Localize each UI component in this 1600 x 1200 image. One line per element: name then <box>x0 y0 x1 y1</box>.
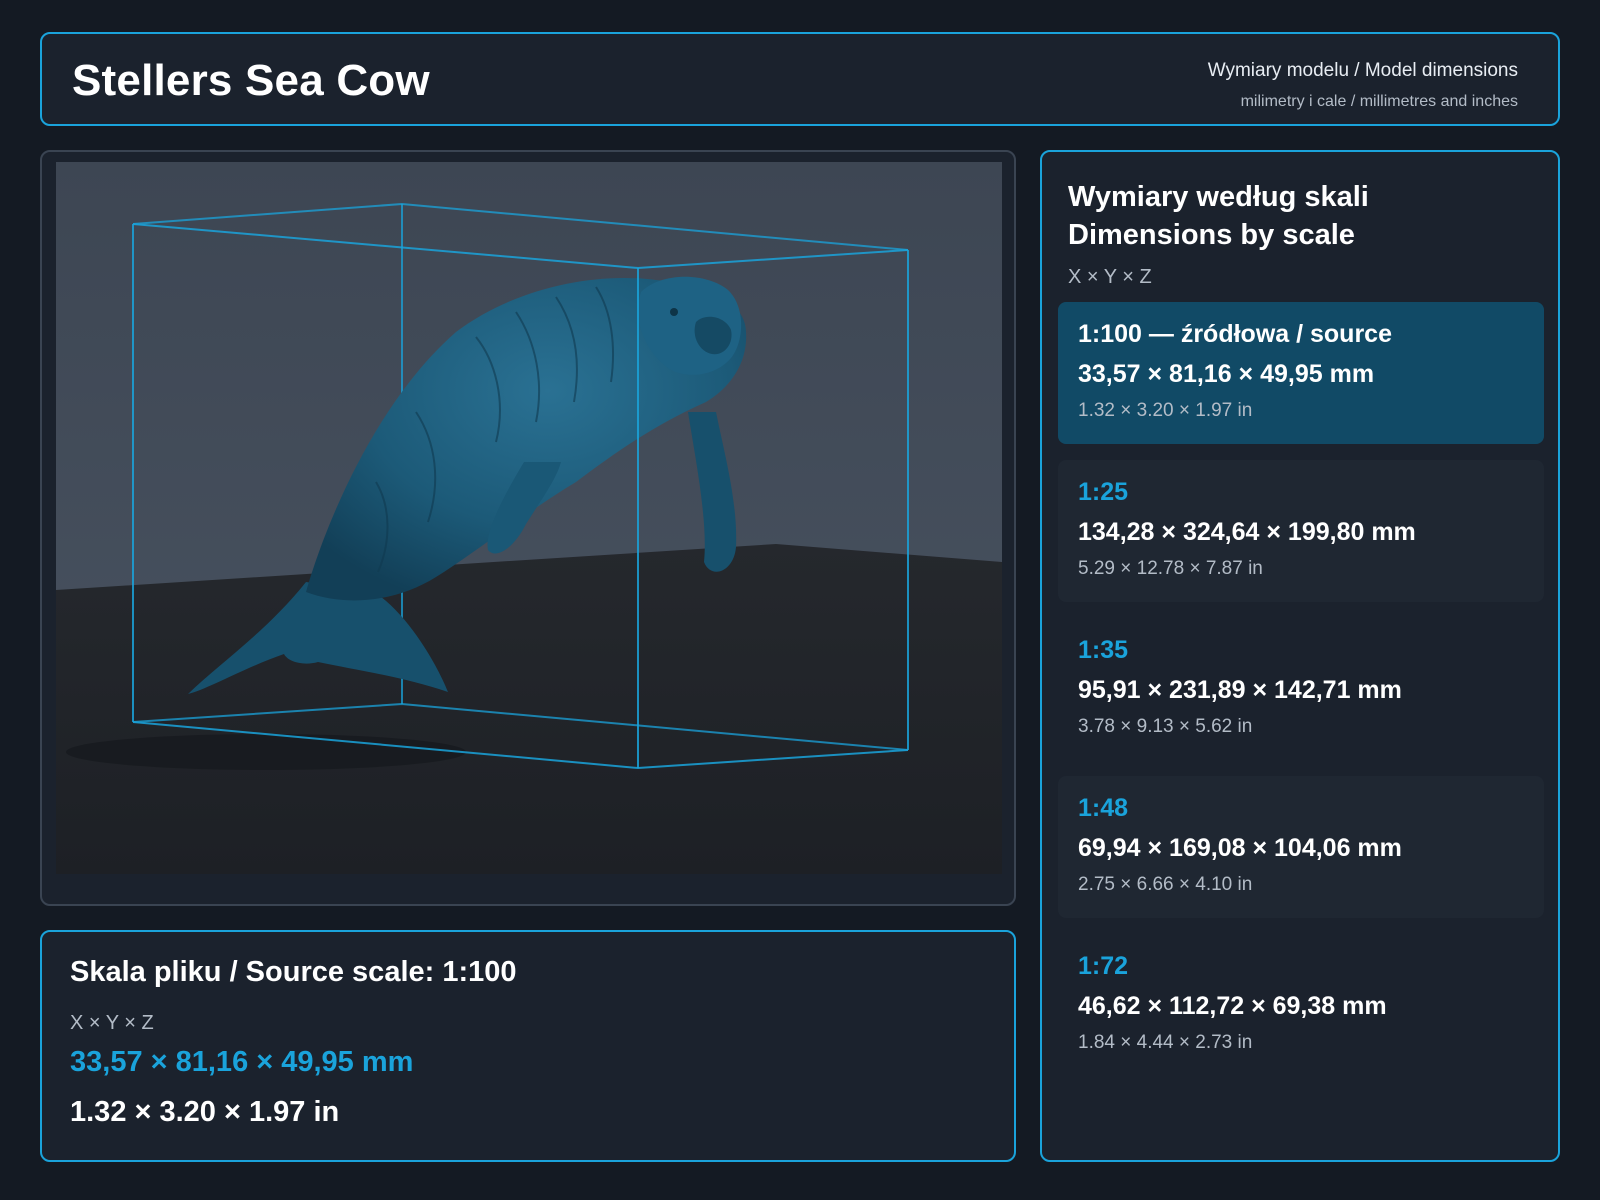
scale-card-1-100[interactable]: 1:100 — źródłowa / source 33,57 × 81,16 … <box>1058 302 1544 444</box>
scale-label: 1:100 — źródłowa / source <box>1078 320 1392 348</box>
source-dimensions-mm: 33,57 × 81,16 × 49,95 mm <box>70 1046 414 1078</box>
scales-axes-label: X × Y × Z <box>1068 266 1152 288</box>
scale-dimensions-mm: 95,91 × 231,89 × 142,71 mm <box>1078 676 1402 704</box>
scale-label: 1:48 <box>1078 794 1129 822</box>
scale-card-1-48[interactable]: 1:48 69,94 × 169,08 × 104,06 mm 2.75 × 6… <box>1058 776 1544 918</box>
scale-dimensions-in: 1.84 × 4.44 × 2.73 in <box>1078 1032 1253 1053</box>
backdrop-floor <box>56 544 1002 874</box>
scale-dimensions-in: 1.32 × 3.20 × 1.97 in <box>1078 400 1253 421</box>
model-shadow <box>66 734 466 770</box>
scale-dimensions-in: 3.78 × 9.13 × 5.62 in <box>1078 716 1253 737</box>
scale-dimensions-mm: 69,94 × 169,08 × 104,06 mm <box>1078 834 1402 862</box>
scales-title: Wymiary według skali Dimensions by scale <box>1068 178 1369 254</box>
scale-card-1-25[interactable]: 1:25 134,28 × 324,64 × 199,80 mm 5.29 × … <box>1058 460 1544 602</box>
source-dimensions-in: 1.32 × 3.20 × 1.97 in <box>70 1096 340 1128</box>
source-scale-title: Skala pliku / Source scale: 1:100 <box>70 956 517 988</box>
model-render <box>56 162 1002 874</box>
scale-dimensions-in: 2.75 × 6.66 × 4.10 in <box>1078 874 1253 895</box>
model-viewer <box>40 150 1016 906</box>
scales-title-line2: Dimensions by scale <box>1068 219 1355 251</box>
scale-card-1-72[interactable]: 1:72 46,62 × 112,72 × 69,38 mm 1.84 × 4.… <box>1058 934 1544 1076</box>
scale-card-1-35[interactable]: 1:35 95,91 × 231,89 × 142,71 mm 3.78 × 9… <box>1058 618 1544 760</box>
scale-dimensions-mm: 134,28 × 324,64 × 199,80 mm <box>1078 518 1416 546</box>
scale-label: 1:35 <box>1078 636 1129 664</box>
header-bar: Stellers Sea Cow Wymiary modelu / Model … <box>40 32 1560 126</box>
scale-label: 1:72 <box>1078 952 1129 980</box>
scales-title-line1: Wymiary według skali <box>1068 181 1369 213</box>
scales-panel: Wymiary według skali Dimensions by scale… <box>1040 150 1560 1162</box>
scale-dimensions-in: 5.29 × 12.78 × 7.87 in <box>1078 558 1263 579</box>
source-scale-panel: Skala pliku / Source scale: 1:100 X × Y … <box>40 930 1016 1162</box>
scale-label: 1:25 <box>1078 478 1129 506</box>
scale-dimensions-mm: 33,57 × 81,16 × 49,95 mm <box>1078 360 1375 388</box>
header-subtitle: Wymiary modelu / Model dimensions <box>1207 60 1518 81</box>
model-viewport[interactable] <box>56 162 1002 874</box>
scale-dimensions-mm: 46,62 × 112,72 × 69,38 mm <box>1078 992 1387 1020</box>
header-units-note: milimetry i cale / millimetres and inche… <box>1240 93 1518 110</box>
page-title: Stellers Sea Cow <box>72 56 430 105</box>
source-axes-label: X × Y × Z <box>70 1012 154 1034</box>
